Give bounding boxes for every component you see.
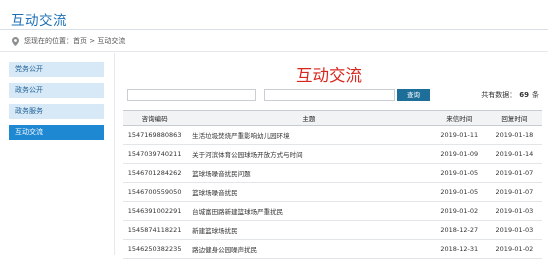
cell-code: 1547169880863: [123, 125, 187, 145]
sidebar-item-government-services[interactable]: 政务服务: [9, 104, 104, 119]
sidebar-divider: [114, 53, 115, 255]
consultation-table: 咨询编码 主题 来信时间 回复时间 1547169880863 生活垃圾焚烧严重…: [123, 110, 542, 259]
breadcrumb: 您现在的位置：首页 > 互动交流: [12, 36, 125, 46]
cell-replied: 2019-01-18: [486, 125, 542, 145]
cell-code: 1546250382235: [123, 239, 187, 259]
column-header-received: 来信时间: [431, 110, 487, 126]
sidebar: 党务公开 政务公开 政务服务 互动交流: [9, 62, 104, 146]
cell-code: 1546701284262: [123, 163, 187, 183]
cell-code: 1546391002291: [123, 201, 187, 221]
location-pin-icon: [12, 36, 19, 46]
cell-received: 2019-01-09: [431, 144, 487, 164]
table-row[interactable]: 1546391002291 台城富田路新建篮球场严重扰民 2019-01-02 …: [123, 201, 542, 221]
cell-received: 2019-01-11: [431, 125, 487, 145]
table-header-row: 咨询编码 主题 来信时间 回复时间: [123, 110, 542, 126]
section-title: 互动交流: [296, 66, 362, 85]
cell-received: 2019-01-02: [431, 201, 487, 221]
cell-subject[interactable]: 关于河滨体育公园球场开放方式与时间: [186, 144, 432, 164]
cell-replied: 2019-01-07: [486, 163, 542, 183]
sidebar-item-interaction[interactable]: 互动交流: [9, 125, 104, 140]
cell-subject[interactable]: 新建篮球场扰民: [186, 220, 432, 240]
column-header-replied: 回复时间: [486, 110, 542, 126]
total-count-value: 69: [519, 91, 529, 99]
cell-replied: 2019-01-03: [486, 201, 542, 221]
cell-subject[interactable]: 生活垃圾焚烧严重影响幼儿园环境: [186, 125, 432, 145]
column-header-code: 咨询编码: [123, 110, 187, 126]
total-prefix: 共有数据：: [481, 91, 517, 99]
total-count: 共有数据： 69 条: [481, 90, 539, 100]
cell-replied: 2019-01-14: [486, 144, 542, 164]
breadcrumb-divider: [0, 51, 548, 52]
cell-replied: 2019-01-07: [486, 182, 542, 202]
page-title: 互动交流: [11, 13, 67, 29]
total-suffix: 条: [532, 91, 539, 99]
column-header-subject: 主题: [186, 110, 432, 126]
cell-received: 2018-12-27: [431, 220, 487, 240]
search-input-secondary[interactable]: [264, 89, 395, 101]
cell-code: 1547039740211: [123, 144, 187, 164]
table-row[interactable]: 1545874118221 新建篮球场扰民 2018-12-27 2019-01…: [123, 220, 542, 240]
cell-code: 1545874118221: [123, 220, 187, 240]
cell-received: 2019-01-05: [431, 163, 487, 183]
table-row[interactable]: 1546250382235 路边健身公园噪声扰民 2018-12-31 2019…: [123, 239, 542, 259]
cell-subject[interactable]: 篮球场噪音扰民: [186, 182, 432, 202]
cell-replied: 2019-01-03: [486, 220, 542, 240]
table-row[interactable]: 1546700559050 篮球场噪音扰民 2019-01-05 2019-01…: [123, 182, 542, 202]
breadcrumb-text: 您现在的位置：首页 > 互动交流: [24, 37, 126, 45]
table-row[interactable]: 1546701284262 篮球场噪音扰民问题 2019-01-05 2019-…: [123, 163, 542, 183]
cell-subject[interactable]: 篮球场噪音扰民问题: [186, 163, 432, 183]
cell-received: 2018-12-31: [431, 239, 487, 259]
sidebar-item-government-affairs[interactable]: 政务公开: [9, 83, 104, 98]
title-divider: [0, 29, 548, 30]
cell-subject[interactable]: 台城富田路新建篮球场严重扰民: [186, 201, 432, 221]
search-input-primary[interactable]: [127, 89, 256, 101]
search-button[interactable]: 查询: [397, 89, 430, 101]
cell-replied: 2019-01-02: [486, 239, 542, 259]
sidebar-item-party-affairs[interactable]: 党务公开: [9, 62, 104, 77]
cell-code: 1546700559050: [123, 182, 187, 202]
cell-received: 2019-01-05: [431, 182, 487, 202]
table-row[interactable]: 1547169880863 生活垃圾焚烧严重影响幼儿园环境 2019-01-11…: [123, 125, 542, 145]
table-row[interactable]: 1547039740211 关于河滨体育公园球场开放方式与时间 2019-01-…: [123, 144, 542, 164]
cell-subject[interactable]: 路边健身公园噪声扰民: [186, 239, 432, 259]
